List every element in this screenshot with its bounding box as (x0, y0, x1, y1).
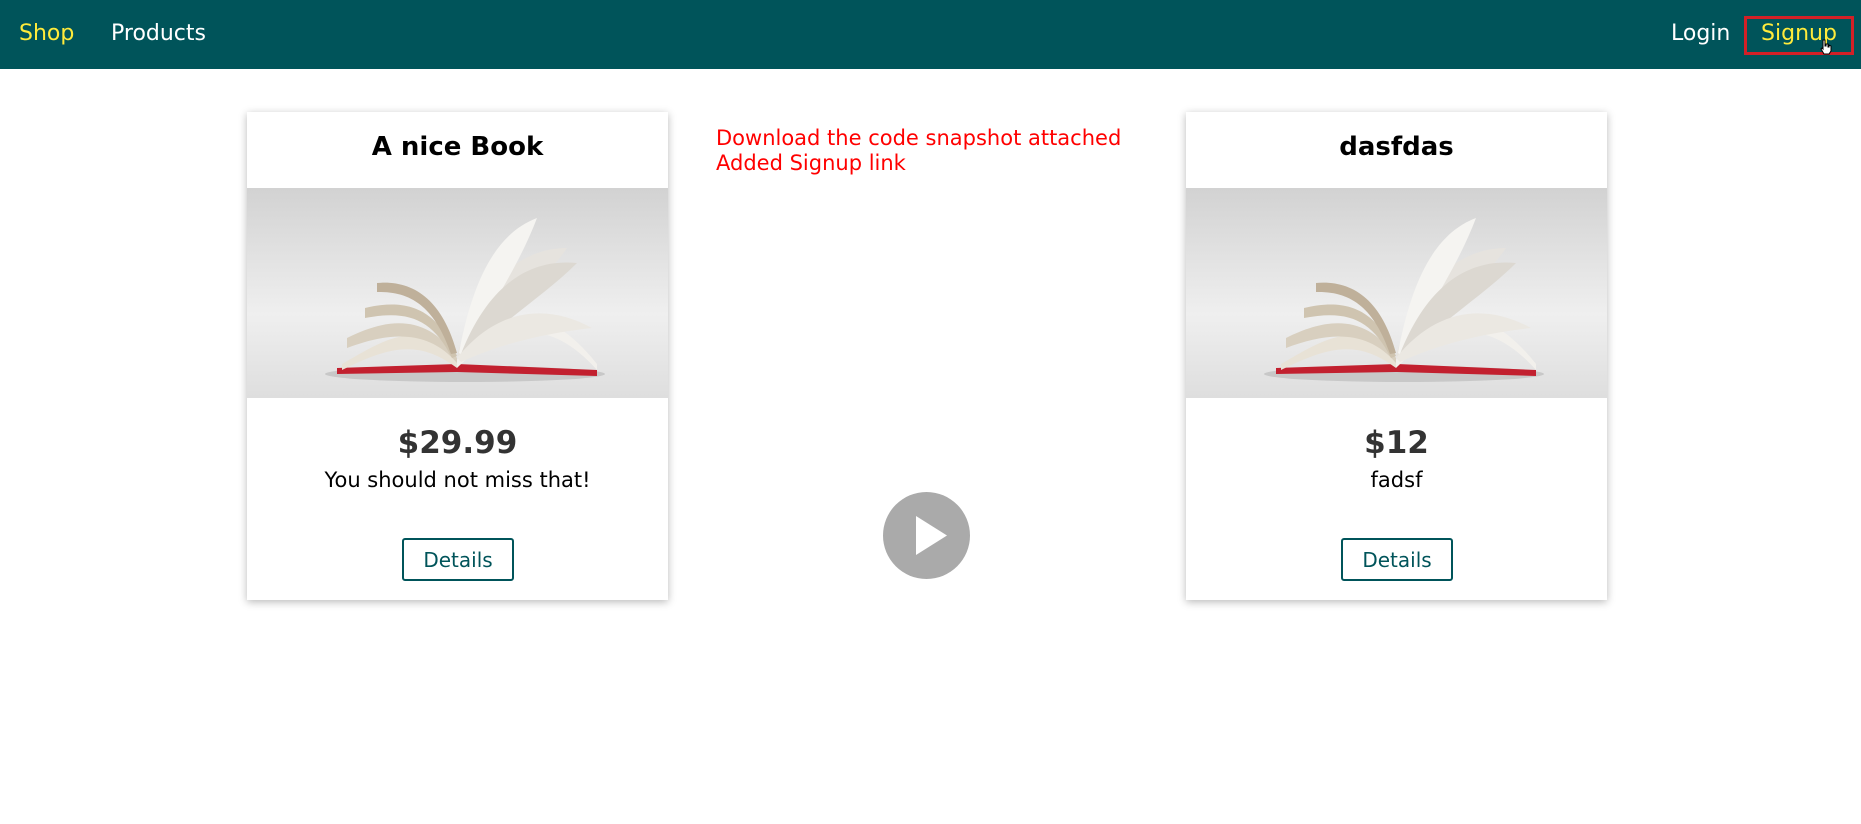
hand-cursor-icon (1820, 39, 1832, 55)
note-line-download: Download the code snapshot attached (716, 126, 1122, 150)
product-card: A nice Book $29.99 You should not miss t… (247, 112, 668, 600)
play-icon (916, 516, 947, 555)
nav-products-link[interactable]: Products (111, 0, 206, 69)
nav-shop-link[interactable]: Shop (19, 0, 74, 69)
product-description: fadsf (1370, 468, 1423, 492)
product-description: You should not miss that! (324, 468, 591, 492)
details-button[interactable]: Details (1341, 538, 1453, 581)
main-header: Shop Products Login Signup (0, 0, 1861, 69)
nav-signup-link[interactable]: Signup (1747, 0, 1851, 69)
product-price: $29.99 (397, 425, 518, 461)
signup-highlight-box: Signup (1744, 16, 1854, 55)
product-price: $12 (1364, 425, 1429, 461)
product-card: dasfdas $12 fadsf Details (1186, 112, 1607, 600)
book-image (1186, 188, 1607, 398)
play-button[interactable] (883, 492, 970, 579)
nav-login-link[interactable]: Login (1671, 0, 1730, 69)
video-overlay-note: Download the code snapshot attached Adde… (716, 126, 1121, 176)
product-title: A nice Book (371, 132, 544, 162)
note-line-signup: Added Signup link (716, 151, 906, 175)
product-title: dasfdas (1339, 132, 1454, 162)
book-image (247, 188, 668, 398)
details-button[interactable]: Details (402, 538, 514, 581)
